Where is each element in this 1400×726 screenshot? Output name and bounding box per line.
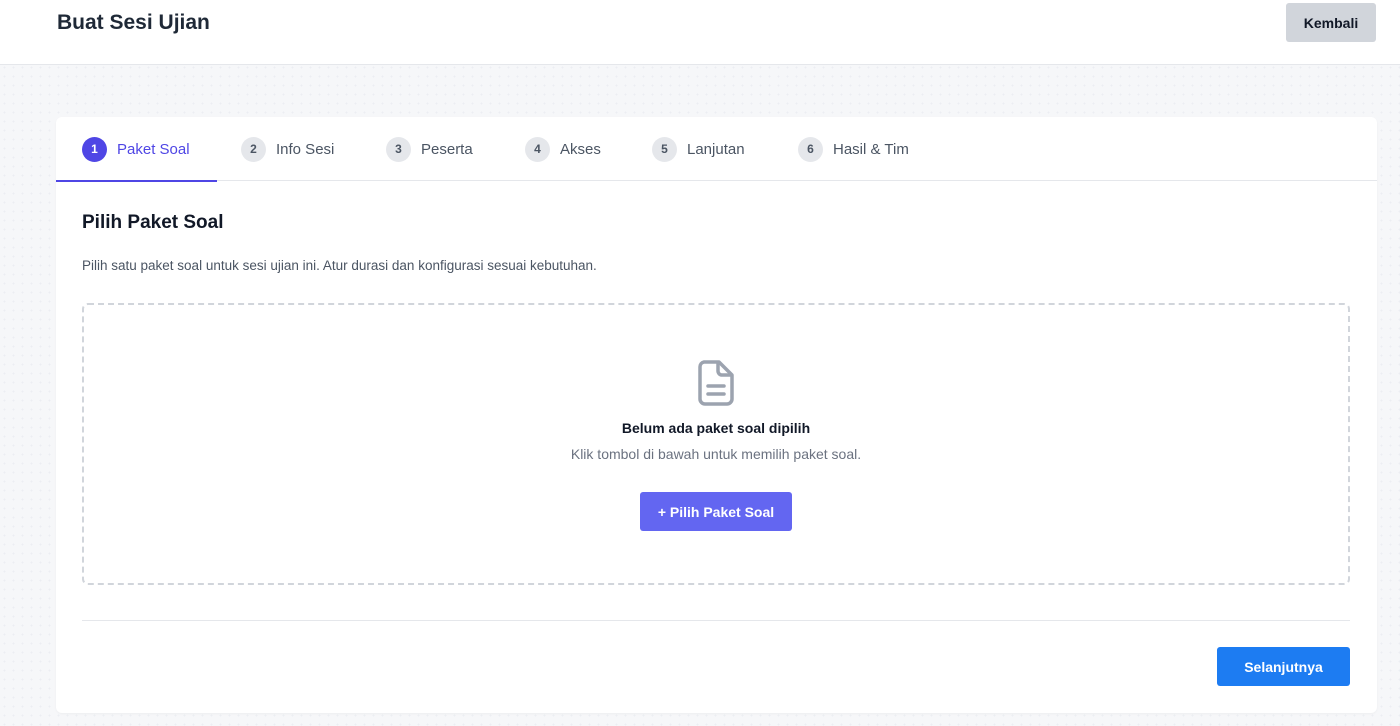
tab-peserta[interactable]: 3 Peserta [386,117,473,181]
back-button[interactable]: Kembali [1286,3,1376,42]
tab-akses[interactable]: 4 Akses [525,117,601,181]
tab-label: Peserta [421,140,473,158]
tab-lanjutan[interactable]: 5 Lanjutan [652,117,745,181]
section-title: Pilih Paket Soal [82,212,224,233]
wizard-card: 1 Paket Soal 2 Info Sesi 3 Peserta 4 Aks… [56,117,1377,713]
top-bar: Buat Sesi Ujian Kembali [0,0,1400,65]
step-tabs: 1 Paket Soal 2 Info Sesi 3 Peserta 4 Aks… [56,117,1377,182]
step-number-badge: 4 [525,136,550,162]
step-number-badge: 1 [82,136,107,162]
tab-hasil-tim[interactable]: 6 Hasil & Tim [798,117,909,181]
step-number-badge: 6 [798,136,823,162]
empty-state-title: Belum ada paket soal dipilih [621,420,811,436]
step-number-badge: 2 [241,136,266,162]
pick-question-package-button[interactable]: + Pilih Paket Soal [640,492,792,531]
section-description: Pilih satu paket soal untuk sesi ujian i… [82,258,597,273]
footer-divider [82,620,1350,621]
empty-selection-area: Belum ada paket soal dipilih Klik tombol… [82,303,1350,585]
tab-label: Hasil & Tim [833,140,909,158]
tab-label: Paket Soal [117,140,190,158]
step-number-badge: 5 [652,136,677,162]
step-number-badge: 3 [386,136,411,162]
next-button[interactable]: Selanjutnya [1217,647,1350,686]
tab-label: Akses [560,140,601,158]
tab-label: Info Sesi [276,140,335,158]
page-title: Buat Sesi Ujian [57,11,210,34]
tab-label: Lanjutan [687,140,745,158]
tab-info-sesi[interactable]: 2 Info Sesi [241,117,334,181]
tab-paket-soal[interactable]: 1 Paket Soal [56,117,216,182]
empty-state-subtitle: Klik tombol di bawah untuk memilih paket… [570,446,862,462]
document-icon [698,360,734,406]
